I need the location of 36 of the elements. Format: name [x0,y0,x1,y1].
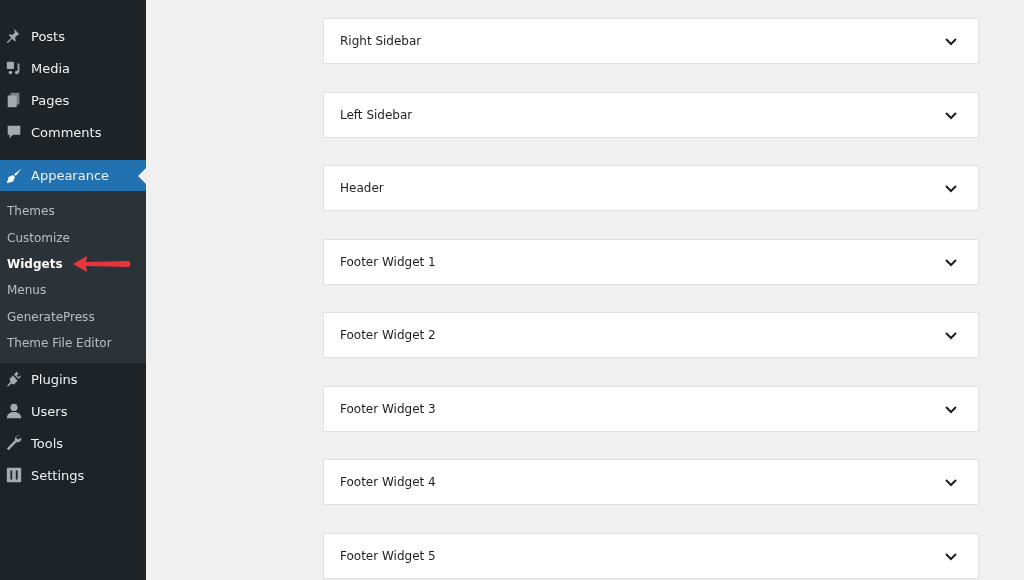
widget-area-title: Footer Widget 3 [340,401,436,416]
submenu-item[interactable]: Customize [0,224,70,251]
person-icon [5,402,23,421]
widget-area-title: Footer Widget 1 [340,254,436,269]
submenu-item[interactable]: Widgets [0,250,63,278]
submenu-item[interactable]: Theme File Editor [0,329,112,357]
widget-area-panel[interactable]: Right Sidebar [323,18,979,64]
sidebar-item[interactable]: Settings [0,459,146,492]
widget-area-title: Footer Widget 5 [340,548,436,563]
submenu-item[interactable]: Menus [0,277,47,304]
widget-area-panel[interactable]: Left Sidebar [323,91,979,138]
widget-area-title: Right Sidebar [340,34,422,48]
sidebar-item[interactable]: Plugins [0,363,146,396]
widget-area-panel[interactable]: Footer Widget 3 [323,385,979,432]
widget-area-panel[interactable]: Footer Widget 5 [323,532,979,579]
widget-area-title: Footer Widget 2 [340,328,436,342]
widget-area-title: Left Sidebar [340,107,413,122]
sidebar-item[interactable]: Tools [0,427,146,460]
sidebar-item[interactable]: Appearance [0,160,146,191]
sidebar-item[interactable]: Comments [0,116,146,148]
submenu-item[interactable]: GeneratePress [0,303,95,330]
submenu-item[interactable]: Themes [0,198,55,225]
widget-area-panel[interactable]: Footer Widget 4 [323,459,979,505]
widget-area-panel[interactable]: Footer Widget 2 [323,312,979,358]
paintbrush-icon [5,166,23,185]
widget-area-panel[interactable]: Footer Widget 1 [323,238,979,285]
sidebar-item[interactable]: Posts [0,20,146,52]
widget-area-panel[interactable]: Header [323,165,979,211]
widget-area-title: Footer Widget 4 [340,475,436,489]
sidebar-item[interactable]: Pages [0,84,146,116]
sidebar-item[interactable]: Users [0,395,146,428]
sidebar-item[interactable]: Media [0,52,146,84]
plug-icon [5,370,23,389]
sliders-icon [5,466,23,485]
widget-area-title: Header [340,181,384,195]
wrench-icon [5,434,23,453]
